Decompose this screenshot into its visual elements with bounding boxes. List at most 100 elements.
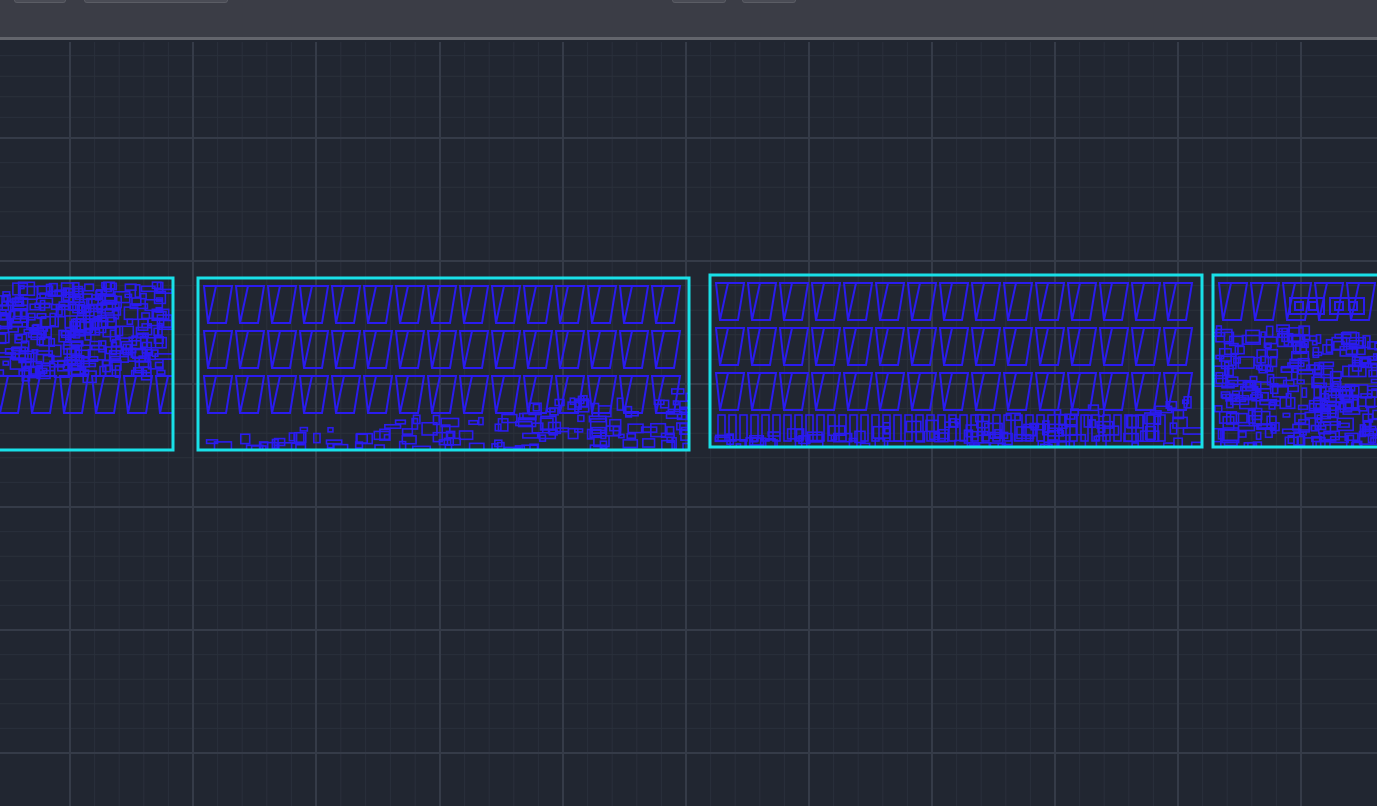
drawing-part (1130, 372, 1162, 411)
drawing-detail (577, 414, 585, 423)
drawing-part (298, 285, 330, 324)
drawing-detail (1312, 351, 1323, 357)
drawing-part (298, 375, 330, 414)
drawing-part (1162, 372, 1194, 411)
drawing-part (714, 372, 746, 411)
drawing-detail (1238, 430, 1247, 438)
drawing-detail (626, 433, 637, 440)
drawing-part (458, 330, 490, 369)
drawing-part (650, 330, 682, 369)
drawing-part (554, 285, 586, 324)
drawing-detail (1257, 364, 1272, 372)
drawing-detail (468, 419, 479, 425)
drawing-part (1066, 327, 1098, 366)
drawing-part (1034, 327, 1066, 366)
drawing-part (298, 330, 330, 369)
drawing-part (394, 375, 426, 414)
drawing-detail (137, 318, 149, 331)
drawing-detail (0, 369, 5, 377)
drawing-part (874, 327, 906, 366)
drawing-part (202, 375, 234, 414)
drawing-detail (49, 312, 57, 327)
drawing-detail (1215, 325, 1223, 337)
drawing-detail (1233, 357, 1242, 364)
drawing-detail (2, 360, 10, 366)
drawing-part (874, 372, 906, 411)
drawing-part (458, 375, 490, 414)
drawing-detail (383, 433, 391, 441)
drawing-part (938, 327, 970, 366)
drawing-part (1034, 282, 1066, 321)
drawing-part (266, 375, 298, 414)
drawing-detail (627, 423, 644, 434)
drawing-detail (767, 431, 781, 437)
drawing-part (810, 372, 842, 411)
drawing-part (362, 330, 394, 369)
drawing-detail (1315, 403, 1322, 411)
drawing-detail (139, 292, 147, 300)
drawing-detail (546, 407, 556, 413)
drawing-part (1034, 372, 1066, 411)
drawing-detail (1281, 428, 1302, 434)
drawing-detail (384, 423, 402, 430)
drawing-detail (640, 426, 658, 433)
drawing-part (426, 330, 458, 369)
drawing-part (1130, 282, 1162, 321)
drawing-part (426, 375, 458, 414)
drawing-part (490, 330, 522, 369)
drawing-detail (1059, 413, 1066, 426)
drawing-detail (808, 434, 824, 442)
drawing-part (458, 285, 490, 324)
drawing-detail (893, 414, 902, 442)
drawing-part (234, 330, 266, 369)
drawing-detail (589, 418, 608, 432)
drawing-detail (299, 426, 309, 432)
drawing-sheets (0, 273, 1377, 452)
toolbar-button[interactable] (742, 0, 796, 3)
drawing-part (1217, 282, 1249, 321)
drawing-detail (2, 291, 11, 297)
drawing-detail (622, 439, 639, 449)
drawing-part (586, 285, 618, 324)
drawing-part (202, 330, 234, 369)
drawing-part (586, 330, 618, 369)
drawing-detail (905, 420, 922, 433)
drawing-detail (110, 341, 118, 356)
drawing-detail (1372, 409, 1377, 420)
drawing-part (394, 330, 426, 369)
drawing-part (266, 285, 298, 324)
drawing-part (618, 330, 650, 369)
drawing-part (1098, 282, 1130, 321)
drawing-canvas[interactable] (0, 42, 1377, 806)
drawing-detail (1048, 423, 1068, 430)
drawing-part (26, 375, 58, 414)
drawing-part (490, 375, 522, 414)
drawing-part (522, 375, 554, 414)
drawing-detail (1297, 369, 1314, 375)
drawing-detail (1325, 338, 1333, 354)
drawing-part (554, 330, 586, 369)
sheet-3 (708, 273, 1204, 449)
drawing-part (906, 327, 938, 366)
drawing-detail (1146, 414, 1155, 442)
drawing-detail (1255, 431, 1262, 440)
drawing-detail (1308, 335, 1318, 342)
drawing-detail (1370, 378, 1377, 384)
drawing-detail (401, 428, 414, 435)
drawing-part (490, 285, 522, 324)
drawing-part (874, 282, 906, 321)
toolbar-button[interactable] (14, 0, 66, 3)
drawing-detail (325, 439, 343, 445)
drawing-part (842, 372, 874, 411)
drawing-part (362, 375, 394, 414)
drawing-part (618, 285, 650, 324)
drawing-part (330, 285, 362, 324)
drawing-part (906, 282, 938, 321)
drawing-detail (154, 361, 164, 368)
drawing-part (970, 282, 1002, 321)
drawing-detail (1234, 345, 1245, 355)
drawing-part (0, 375, 26, 414)
toolbar-button[interactable] (672, 0, 726, 3)
toolbar-button[interactable] (84, 0, 228, 3)
drawing-part (426, 285, 458, 324)
